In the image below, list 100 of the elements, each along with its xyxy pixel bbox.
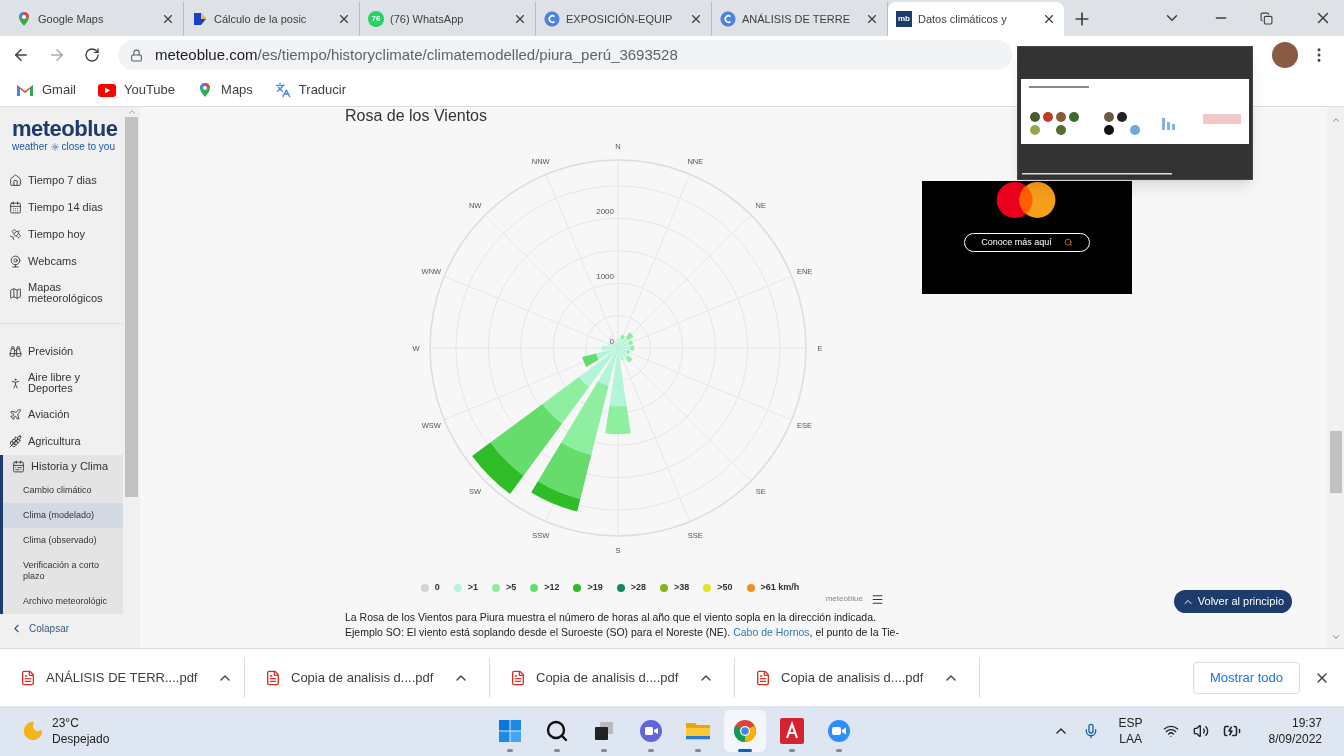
sidebar-item[interactable]: Aviación	[0, 403, 123, 426]
legend-label[interactable]: >5	[505, 581, 517, 595]
address-field[interactable]: meteoblue.com/es/tiempo/historyclimate/climatemodelled/piura_perú_3693528	[118, 40, 1012, 70]
translate-icon	[274, 82, 291, 98]
back-to-top-button[interactable]: Volver al principio	[1173, 590, 1292, 613]
chart-credit[interactable]: meteoblue	[825, 593, 863, 605]
bookmark-link[interactable]: Gmail	[16, 80, 76, 100]
hiker-icon	[9, 376, 22, 390]
sidebar-subitem[interactable]: Clima (observado)	[3, 528, 123, 553]
logo-tagline: close to you	[61, 141, 115, 153]
section-title: Rosa de los Vientos	[344, 107, 488, 125]
play-icon	[97, 83, 116, 97]
back-icon[interactable]	[12, 46, 30, 64]
pdf-file-icon	[20, 669, 36, 686]
sidebar-subitem[interactable]: Clima (modelado)	[3, 503, 123, 528]
clock-time[interactable]: 19:37	[1291, 715, 1322, 731]
bookmark-link[interactable]: Traducir	[274, 80, 347, 100]
menu-icon[interactable]	[871, 592, 884, 606]
sidebar-item[interactable]: Agricultura	[0, 430, 123, 453]
close-icon[interactable]	[513, 12, 527, 26]
home-icon	[9, 174, 22, 187]
language-indicator[interactable]: ESP	[1118, 715, 1143, 731]
close-icon[interactable]	[161, 12, 175, 26]
sidebar-subitem[interactable]: Cambio climático	[3, 478, 123, 503]
binoculars-icon	[9, 345, 22, 358]
sidebar-item[interactable]: Mapas meteorológicos	[0, 277, 123, 309]
download-item[interactable]: Copia de analisis d....pdf	[245, 657, 490, 698]
scrollbar-thumb[interactable]	[125, 117, 138, 497]
map-icon	[9, 286, 22, 300]
close-icon[interactable]	[1042, 12, 1056, 26]
calendar-icon	[12, 460, 25, 473]
sidebar-item[interactable]: Aire libre y Deportes	[0, 367, 123, 399]
lock-icon	[130, 48, 143, 62]
sidebar-item[interactable]: Webcams	[0, 250, 123, 273]
legend-label[interactable]: >28	[630, 581, 646, 595]
sidebar-subitem[interactable]: Verificación a corto plazo	[3, 553, 123, 589]
map-pin-icon	[16, 11, 32, 27]
close-icon[interactable]	[689, 12, 703, 26]
search-icon	[1063, 237, 1073, 247]
download-item[interactable]: Copia de analisis d....pdf	[490, 657, 735, 698]
site-logo[interactable]: meteoblue	[12, 117, 123, 141]
clock-date[interactable]: 8/09/2022	[1268, 731, 1322, 747]
sidebar-subitem[interactable]: Archivo meteorológic	[3, 589, 123, 614]
legend-label[interactable]: >19	[587, 581, 603, 595]
bookmark-link[interactable]: Maps	[197, 80, 253, 100]
calendar-icon	[9, 201, 22, 214]
sidebar-item[interactable]: Tiempo hoy	[0, 223, 123, 246]
chat-badge: 76	[368, 11, 384, 27]
pdf-file-icon	[510, 669, 526, 686]
reload-icon[interactable]	[84, 47, 100, 63]
browser-tab[interactable]: 76 (76) WhatsApp	[360, 2, 536, 36]
weather-temperature[interactable]: 23°C	[52, 715, 110, 731]
logo-tagline: weather	[12, 141, 48, 153]
plane-icon	[9, 408, 22, 421]
bookmark-link[interactable]: YouTube	[97, 80, 176, 100]
legend-label[interactable]: >1	[467, 581, 478, 595]
volume-icon[interactable]	[1192, 723, 1209, 739]
sidebar-item[interactable]: Tiempo 7 dias	[0, 169, 123, 192]
legend-label[interactable]: 0	[434, 581, 440, 595]
sidebar-item[interactable]: Tiempo 14 dias	[0, 196, 123, 219]
legend-label[interactable]: >38	[674, 581, 690, 595]
cad-app-icon	[780, 718, 804, 744]
weather-condition[interactable]: Despejado	[52, 731, 110, 747]
folder-icon	[685, 720, 711, 742]
show-all-button[interactable]: Mostrar todo	[1193, 661, 1300, 694]
windows-icon	[498, 719, 522, 743]
browser-icon	[733, 719, 757, 743]
browser-tab[interactable]: Google Maps	[8, 2, 184, 36]
collapse-link[interactable]: Colapsar	[0, 621, 123, 648]
advertisement[interactable]: Conoce más aquí	[922, 181, 1132, 294]
text-link[interactable]: Cabo de Hornos	[733, 625, 810, 638]
profile-avatar[interactable]	[1272, 42, 1298, 68]
sun-icon	[50, 143, 59, 151]
restore-icon[interactable]	[1260, 12, 1273, 25]
close-icon[interactable]	[865, 12, 879, 26]
site-favicon: mb	[896, 11, 912, 27]
document-icon	[192, 11, 208, 27]
browser-tab[interactable]: EXPOSICIÓN-EQUIP	[536, 2, 712, 36]
browser-tab[interactable]: Cálculo de la posic	[184, 2, 360, 36]
webcam-icon	[9, 255, 22, 268]
task-view-icon	[593, 720, 615, 742]
description-text: La Rosa de los Vientos para Piura muestra el número de horas al año que el viento sopla en la dirección indicada. Ejemplo SO: El viento está soplando desde el Suroeste (SO) para el Noreste (NE). Cabo de Hornos, el punto de la Tie-	[344, 609, 900, 640]
browser-tab[interactable]: mb Datos climáticos y	[888, 2, 1064, 36]
legend-label[interactable]: >50	[717, 581, 733, 595]
download-item[interactable]: ANÁLISIS DE TERR....pdf	[0, 657, 245, 698]
legend-label[interactable]: >12	[544, 581, 560, 595]
download-item[interactable]: Copia de analisis d....pdf	[735, 657, 980, 698]
satellite-icon	[9, 228, 22, 241]
keyboard-layout[interactable]: LAA	[1119, 731, 1142, 747]
close-icon[interactable]	[337, 12, 351, 26]
radial-tick-label: 2000	[596, 207, 614, 217]
scrollbar-thumb[interactable]	[1329, 431, 1342, 493]
video-chat-icon	[639, 719, 663, 743]
wifi-icon[interactable]	[1162, 723, 1179, 739]
circle-logo-icon	[720, 11, 736, 27]
browser-tab[interactable]: ANÁLISIS DE TERRE	[712, 2, 888, 36]
legend-label[interactable]: >61 km/h	[760, 581, 800, 595]
sidebar-item[interactable]: Previsión	[0, 340, 123, 363]
moon-icon	[22, 720, 44, 742]
search-icon	[545, 719, 569, 743]
